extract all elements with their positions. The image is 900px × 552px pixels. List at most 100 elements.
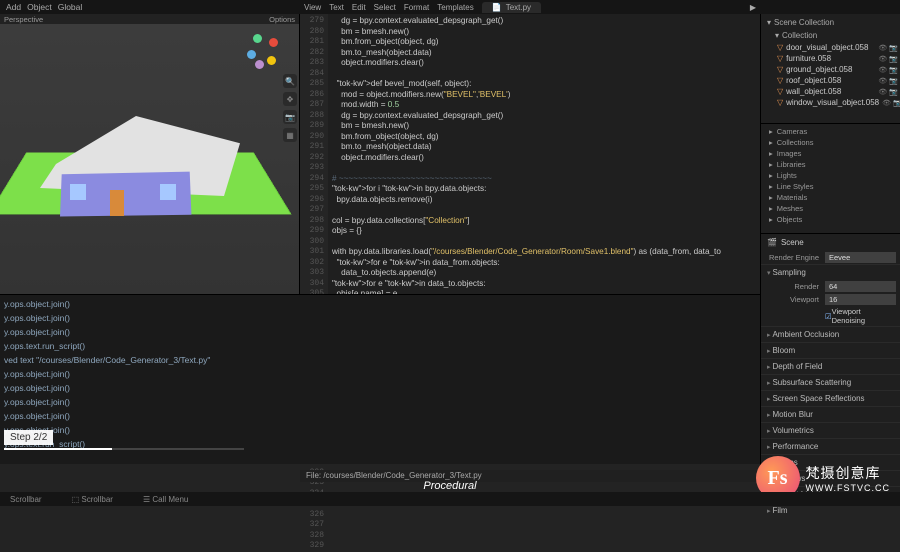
console-line: ved text "/courses/Blender/Code_Generato… [4,353,756,367]
transform-orientation[interactable]: Global [58,2,83,12]
scene-collection-icon: ▾ [767,18,771,27]
render-engine-label: Render Engine [765,253,825,262]
run-script-icon[interactable]: ▶ [750,3,756,12]
gizmo-neg-icon[interactable] [267,56,276,65]
eye-icon[interactable]: 👁 [878,88,887,96]
eye-icon[interactable]: 👁 [878,77,887,85]
collection-label[interactable]: Collection [782,31,817,40]
datablock-item[interactable]: ▸Materials [763,192,898,203]
property-section[interactable]: Bloom [761,342,900,358]
datablock-item[interactable]: ▸Libraries [763,159,898,170]
progress-bar [4,448,244,450]
property-section[interactable]: Subsurface Scattering [761,374,900,390]
datablock-item[interactable]: ▸Cameras [763,126,898,137]
console-line: y.ops.object.join() [4,325,756,339]
script-tab-label: Text.py [506,3,531,12]
step-overlay: Step 2/2 [4,430,53,445]
viewport-samples-input[interactable]: 16 [825,294,896,305]
nav-gizmo[interactable] [247,34,283,70]
view-menu[interactable]: View [304,3,321,12]
property-section[interactable]: Ambient Occlusion [761,326,900,342]
eye-icon[interactable]: 👁 [878,66,887,74]
grid-icon[interactable]: ▦ [283,128,297,142]
watermark-text: 梵摄创意库 [806,463,891,483]
console-line: y.ops.object.join() [4,423,756,437]
datablock-item[interactable]: ▸Lights [763,170,898,181]
property-section[interactable]: Volumetrics [761,422,900,438]
gizmo-neg-icon[interactable] [255,60,264,69]
outliner[interactable]: ▾Scene Collection ▾Collection ▽door_visu… [761,14,900,124]
outliner-item[interactable]: ▽ground_object.058👁📷 [763,64,898,75]
procedural-caption: Procedural [423,480,476,492]
select-menu[interactable]: Select [374,3,396,12]
outliner-item[interactable]: ▽furniture.058👁📷 [763,53,898,64]
render-icon[interactable]: 📷 [889,55,898,63]
format-menu[interactable]: Format [404,3,429,12]
mesh-icon: ▽ [777,98,783,107]
console-line: y.ops.text.run_script() [4,339,756,353]
console-line: y.ops.object.join() [4,367,756,381]
eye-icon[interactable]: 👁 [878,44,887,52]
scene-name[interactable]: Scene [781,238,804,247]
property-section[interactable]: Performance [761,438,900,454]
mesh-icon: ▽ [777,65,783,74]
move-icon[interactable]: ✥ [283,92,297,106]
viewport-denoising-checkbox[interactable]: Viewport Denoising [832,307,896,325]
outliner-item[interactable]: ▽window_visual_object.058👁📷 [763,97,898,108]
collection-icon: ▾ [775,31,779,40]
gizmo-y-icon[interactable] [253,34,262,43]
scene-collection-label: Scene Collection [774,18,834,27]
outliner-item[interactable]: ▽wall_object.058👁📷 [763,86,898,97]
property-section[interactable]: Depth of Field [761,358,900,374]
zoom-icon[interactable]: 🔍 [283,74,297,88]
text-editor-header: View Text Edit Select Format Templates 📄… [300,0,760,14]
scene-icon: 🎬 [767,238,777,247]
script-tab[interactable]: 📄 Text.py [482,2,541,13]
sampling-section[interactable]: Sampling [761,264,900,280]
menu-object[interactable]: Object [27,2,52,12]
datablock-item[interactable]: ▸Objects [763,214,898,225]
property-section[interactable]: Motion Blur [761,406,900,422]
property-section[interactable]: Screen Space Reflections [761,390,900,406]
render-icon[interactable]: 📷 [889,88,898,96]
eye-icon[interactable]: 👁 [878,55,887,63]
render-samples-input[interactable]: 64 [825,281,896,292]
outliner-item[interactable]: ▽door_visual_object.058👁📷 [763,42,898,53]
menu-add[interactable]: Add [6,2,21,12]
datablock-item[interactable]: ▸Line Styles [763,181,898,192]
datablock-item[interactable]: ▸Images [763,148,898,159]
data-panel[interactable]: ▸Cameras▸Collections▸Images▸Libraries▸Li… [761,124,900,227]
door-mesh [110,190,124,216]
text-menu[interactable]: Text [329,3,344,12]
datablock-item[interactable]: ▸Meshes [763,203,898,214]
python-console[interactable]: y.ops.object.join()y.ops.object.join()y.… [0,294,760,464]
edit-menu[interactable]: Edit [352,3,366,12]
render-samples-label: Render [765,282,825,291]
gizmo-x-icon[interactable] [269,38,278,47]
camera-icon[interactable]: 📷 [283,110,297,124]
render-engine-select[interactable]: Eevee [825,252,896,263]
outliner-item[interactable]: ▽roof_object.058👁📷 [763,75,898,86]
mesh-icon: ▽ [777,76,783,85]
mesh-icon: ▽ [777,43,783,52]
templates-menu[interactable]: Templates [437,3,473,12]
3d-viewport[interactable]: Perspective Options ection | furniture.0… [0,14,300,294]
text-editor-footer: File: /courses/Blender/Code_Generator_3/… [300,470,760,482]
scrollbar-label: Scrollbar [10,495,42,504]
render-icon[interactable]: 📷 [889,77,898,85]
datablock-item[interactable]: ▸Collections [763,137,898,148]
status-bar: Scrollbar ⬚ Scrollbar ☰ Call Menu [0,492,900,506]
render-icon[interactable]: 📷 [893,99,900,107]
mesh-icon: ▽ [777,54,783,63]
line-gutter: 2792802812822832842852862872882892902912… [300,14,328,294]
gizmo-z-icon[interactable] [247,50,256,59]
options-button[interactable]: Options [269,15,295,24]
render-icon[interactable]: 📷 [889,44,898,52]
call-menu-label: ☰ Call Menu [143,495,188,504]
scrollbar-label: ⬚ Scrollbar [72,495,113,504]
console-line: y.ops.object.join() [4,381,756,395]
window-mesh [70,184,86,200]
viewport-samples-label: Viewport [765,295,825,304]
eye-icon[interactable]: 👁 [882,99,891,107]
render-icon[interactable]: 📷 [889,66,898,74]
